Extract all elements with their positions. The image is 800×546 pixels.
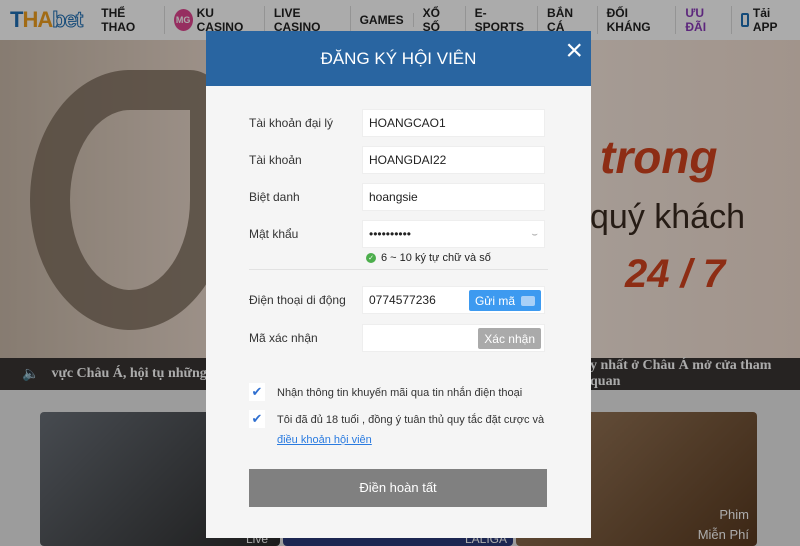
close-icon[interactable]: × <box>565 31 583 71</box>
account-input[interactable]: HOANGDAI22 <box>362 146 545 174</box>
eye-closed-icon[interactable]: ⌣ <box>531 229 538 240</box>
checkbox-label: Nhận thông tin khuyến mãi qua tin nhắn đ… <box>277 387 523 399</box>
verification-code-input[interactable]: Xác nhận <box>362 324 545 352</box>
promo-sms-checkbox-row: ✔ Nhận thông tin khuyến mãi qua tin nhắn … <box>249 383 522 403</box>
hint-text: 6 ~ 10 ký tự chữ và số <box>381 252 491 264</box>
register-modal: ĐĂNG KÝ HỘI VIÊN × Tài khoản đại lý HOANG… <box>206 31 591 538</box>
password-input[interactable]: •••••••••• ⌣ <box>362 220 545 248</box>
field-label: Điện thoại di động <box>249 293 346 307</box>
field-label: Tài khoản <box>249 153 302 167</box>
modal-title: ĐĂNG KÝ HỘI VIÊN <box>320 49 477 68</box>
nickname-row: Biệt danh hoangsie <box>249 183 545 211</box>
phone-row: Điện thoại di động 0774577236 Gửi mã <box>249 286 545 314</box>
modal-header: ĐĂNG KÝ HỘI VIÊN × <box>206 31 591 86</box>
sms-icon <box>521 295 535 306</box>
code-row: Mã xác nhận Xác nhận <box>249 324 545 352</box>
password-row: Mật khẩu •••••••••• ⌣ <box>249 220 545 248</box>
promo-sms-checkbox[interactable]: ✔ <box>249 383 265 401</box>
checkbox-label: Tôi đã đủ 18 tuổi , đồng ý tuân thủ quy … <box>277 414 545 426</box>
phone-input[interactable]: 0774577236 Gửi mã <box>362 286 545 314</box>
terms-checkbox-row: ✔ Tôi đã đủ 18 tuổi , đồng ý tuân thủ quy… <box>249 410 549 450</box>
agent-account-row: Tài khoản đại lý HOANGCAO1 <box>249 109 545 137</box>
password-value: •••••••••• <box>369 227 412 241</box>
field-label: Biệt danh <box>249 190 300 204</box>
button-label: Gửi mã <box>474 293 515 308</box>
terms-checkbox[interactable]: ✔ <box>249 410 265 428</box>
nickname-input[interactable]: hoangsie <box>362 183 545 211</box>
check-circle-icon: ✓ <box>366 253 376 263</box>
divider <box>249 269 548 270</box>
password-hint: ✓ 6 ~ 10 ký tự chữ và số <box>366 252 491 264</box>
agent-account-input[interactable]: HOANGCAO1 <box>362 109 545 137</box>
terms-link[interactable]: điều khoản hội viên <box>277 434 372 446</box>
send-code-button[interactable]: Gửi mã <box>468 290 541 311</box>
field-label: Tài khoản đại lý <box>249 116 334 130</box>
phone-value: 0774577236 <box>369 293 436 307</box>
confirm-code-button[interactable]: Xác nhận <box>478 328 541 349</box>
field-label: Mật khẩu <box>249 227 299 241</box>
account-row: Tài khoản HOANGDAI22 <box>249 146 545 174</box>
field-label: Mã xác nhận <box>249 331 318 345</box>
submit-button[interactable]: Điền hoàn tất <box>249 469 547 507</box>
